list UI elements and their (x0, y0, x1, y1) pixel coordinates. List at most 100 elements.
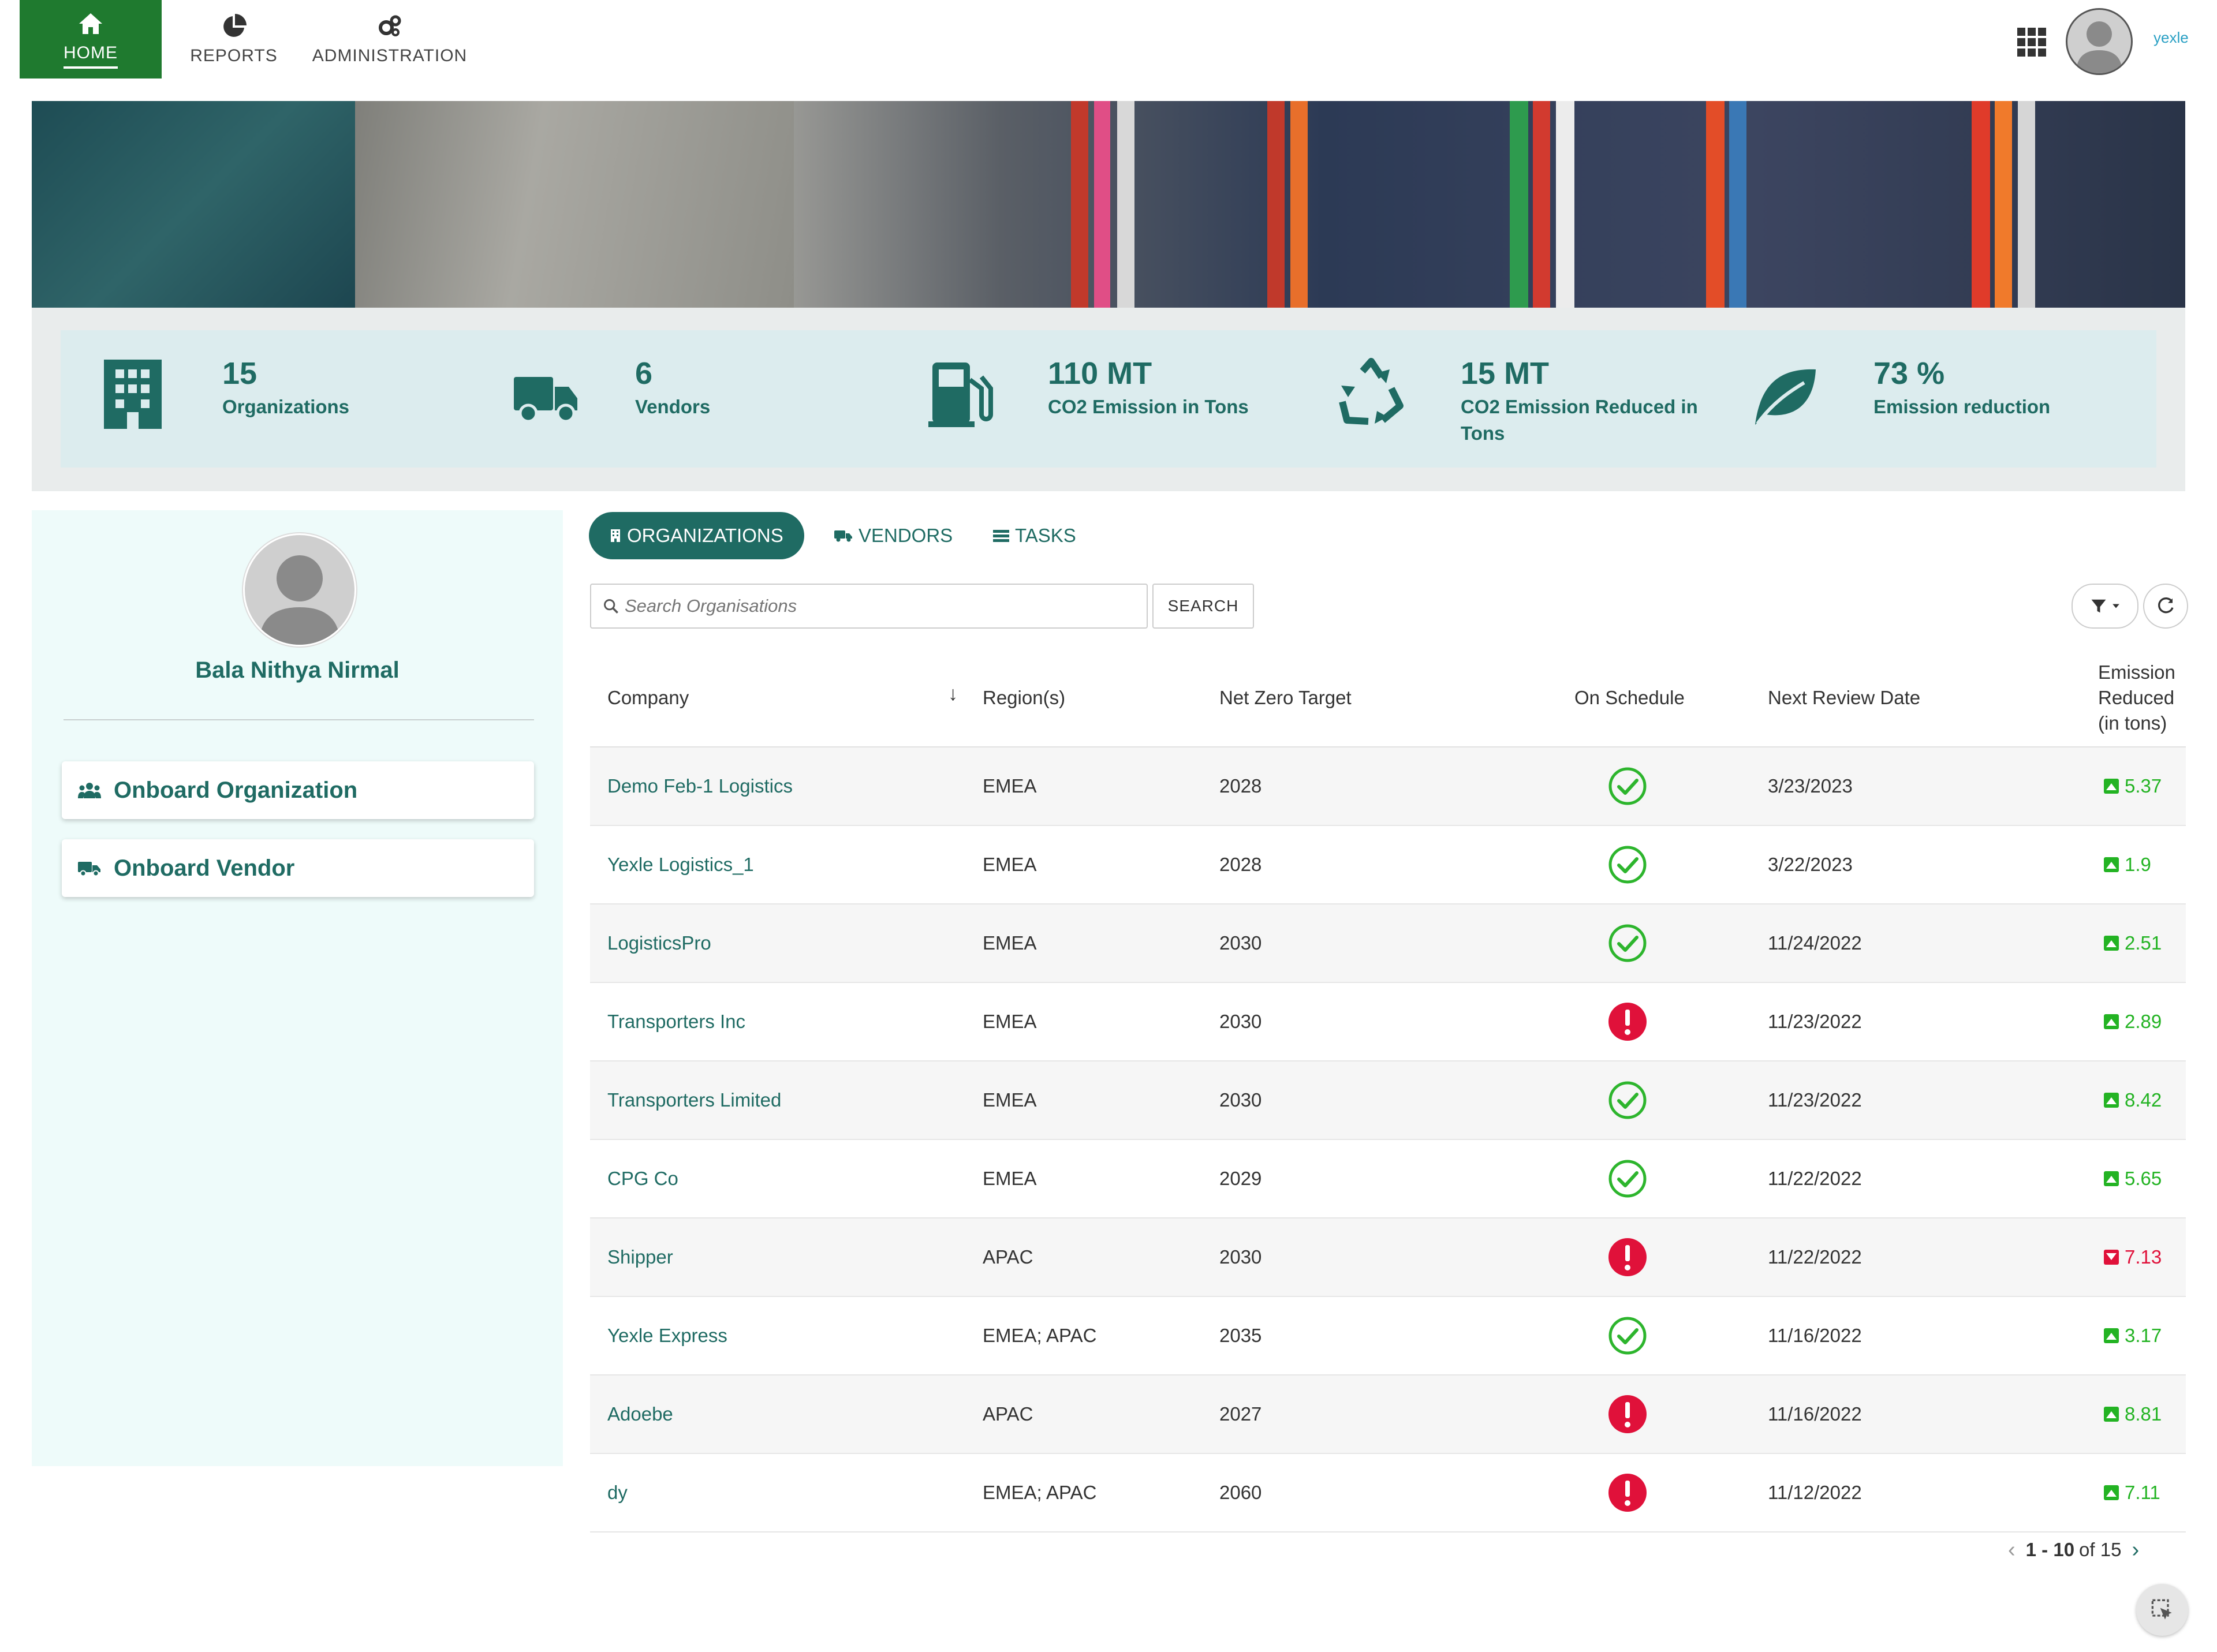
company-link[interactable]: CPG Co (607, 1140, 678, 1217)
sort-arrow-icon[interactable]: ↓ (948, 683, 958, 705)
alert-circle-icon (1608, 1395, 1647, 1433)
nav-administration[interactable]: ADMINISTRATION (312, 0, 468, 79)
region-cell: EMEA (983, 932, 1037, 954)
table-header: Company ↓ Region(s) Net Zero Target On S… (590, 649, 2186, 747)
user-avatar[interactable] (2066, 8, 2133, 75)
profile-avatar (243, 533, 356, 646)
company-link[interactable]: Yexle Express (607, 1297, 727, 1374)
tab-vendors[interactable]: VENDORS (834, 512, 953, 559)
emission-reduced-cell: 7.13 (2104, 1219, 2162, 1296)
company-link[interactable]: dy (607, 1454, 628, 1531)
stat-co2-reduced: 15 MT CO2 Emission Reduced in Tons (1337, 330, 1706, 468)
leaf-icon (1755, 369, 1816, 425)
company-link[interactable]: LogisticsPro (607, 905, 711, 982)
emission-reduced-cell: 5.65 (2104, 1140, 2162, 1217)
stat-co2-emission: 110 MT CO2 Emission in Tons (924, 330, 1293, 468)
next-page-icon[interactable]: › (2132, 1538, 2139, 1563)
net-zero-target-cell: 2035 (1219, 1325, 1262, 1346)
company-link[interactable]: Transporters Inc (607, 983, 745, 1060)
gears-icon (379, 15, 401, 36)
profile-name: Bala Nithya Nirmal (195, 657, 400, 683)
net-zero-target-cell: 2027 (1219, 1403, 1262, 1425)
net-zero-target-cell: 2030 (1219, 1089, 1262, 1111)
table-row[interactable]: Demo Feb-1 Logistics EMEA 2028 3/23/2023… (590, 747, 2186, 826)
stat-co2-reduced-label: CO2 Emission Reduced in Tons (1461, 396, 1698, 444)
region-cell: EMEA; APAC (983, 1482, 1097, 1503)
table-row[interactable]: dy EMEA; APAC 2060 11/12/2022 7.11 (590, 1454, 2186, 1533)
alert-circle-icon (1608, 1474, 1647, 1512)
stat-co2-reduced-value: 15 MT (1461, 356, 1550, 391)
filter-button[interactable] (2072, 584, 2138, 629)
header-emission-reduced[interactable]: Emission Reduced (in tons) (2098, 649, 2185, 746)
company-link[interactable]: Transporters Limited (607, 1062, 781, 1139)
prev-page-icon[interactable]: ‹ (2008, 1538, 2016, 1563)
table-row[interactable]: Adoebe APAC 2027 11/16/2022 8.81 (590, 1376, 2186, 1454)
on-schedule-cell (1607, 1140, 1648, 1217)
table-row[interactable]: Yexle Logistics_1 EMEA 2028 3/22/2023 1.… (590, 826, 2186, 905)
table-row[interactable]: Transporters Inc EMEA 2030 11/23/2022 2.… (590, 983, 2186, 1062)
on-schedule-cell (1607, 1376, 1648, 1453)
stat-emission-reduction-label: Emission reduction (1873, 396, 2051, 417)
refresh-button[interactable] (2143, 584, 2188, 629)
table-row[interactable]: Yexle Express EMEA; APAC 2035 11/16/2022… (590, 1297, 2186, 1376)
emission-value: 8.42 (2125, 1089, 2162, 1111)
onboard-vendor-button[interactable]: Onboard Vendor (62, 839, 534, 897)
net-zero-target-cell: 2030 (1219, 932, 1262, 954)
emission-reduced-cell: 7.11 (2104, 1454, 2160, 1531)
pager-range: 1 - 10 (2025, 1539, 2075, 1560)
nav-home[interactable]: HOME (20, 0, 162, 79)
onboard-organization-button[interactable]: Onboard Organization (62, 761, 534, 819)
hero-banner-image (32, 101, 2185, 308)
emission-value: 7.11 (2125, 1482, 2160, 1503)
feedback-float-button[interactable] (2136, 1584, 2188, 1636)
check-circle-icon (1608, 846, 1647, 884)
tab-tasks-label: TASKS (1015, 525, 1076, 546)
header-next-review-date[interactable]: Next Review Date (1768, 649, 1920, 746)
search-input[interactable] (624, 595, 1134, 617)
emission-reduced-cell: 3.17 (2104, 1297, 2162, 1374)
header-regions[interactable]: Region(s) (983, 649, 1065, 746)
stat-vendors-value: 6 (635, 356, 653, 391)
region-cell: EMEA; APAC (983, 1325, 1097, 1346)
next-review-date-cell: 3/23/2023 (1768, 775, 1853, 797)
region-cell: APAC (983, 1246, 1033, 1268)
users-icon (78, 783, 101, 798)
stat-organizations: 15 Organizations (98, 330, 468, 468)
net-zero-target-cell: 2029 (1219, 1168, 1262, 1189)
alert-circle-icon (1608, 1238, 1647, 1276)
net-zero-target-cell: 2028 (1219, 854, 1262, 875)
recycle-icon (1339, 358, 1404, 425)
search-button[interactable]: SEARCH (1152, 584, 1254, 629)
profile-panel: Bala Nithya Nirmal Onboard Organization … (32, 510, 563, 1466)
stat-emission-reduction: 73 % Emission reduction (1749, 330, 2119, 468)
nav-reports[interactable]: REPORTS (185, 0, 283, 79)
trend-up-icon (2104, 1485, 2119, 1500)
alert-circle-icon (1608, 1003, 1647, 1041)
trend-up-icon (2104, 1014, 2119, 1029)
trend-up-icon (2104, 1407, 2119, 1422)
tab-organizations[interactable]: ORGANIZATIONS (589, 512, 804, 559)
region-cell: EMEA (983, 1168, 1037, 1189)
tab-tasks[interactable]: TASKS (993, 512, 1076, 559)
company-link[interactable]: Yexle Logistics_1 (607, 826, 754, 903)
next-review-date-cell: 11/16/2022 (1768, 1403, 1862, 1425)
table-row[interactable]: Shipper APAC 2030 11/22/2022 7.13 (590, 1219, 2186, 1297)
company-link[interactable]: Adoebe (607, 1376, 673, 1453)
region-cell: EMEA (983, 1089, 1037, 1111)
emission-value: 7.13 (2125, 1246, 2162, 1268)
header-net-zero-target[interactable]: Net Zero Target (1219, 649, 1352, 746)
organizations-table: Company ↓ Region(s) Net Zero Target On S… (590, 649, 2186, 1533)
company-link[interactable]: Demo Feb-1 Logistics (607, 747, 793, 825)
header-on-schedule[interactable]: On Schedule (1574, 649, 1685, 746)
company-link[interactable]: Shipper (607, 1219, 673, 1296)
region-cell: EMEA (983, 775, 1037, 797)
trend-up-icon (2104, 857, 2119, 872)
stat-vendors-label: Vendors (635, 396, 711, 417)
table-row[interactable]: LogisticsPro EMEA 2030 11/24/2022 2.51 (590, 905, 2186, 983)
header-company[interactable]: Company (607, 649, 689, 746)
emission-value: 3.17 (2125, 1325, 2162, 1346)
apps-grid-icon[interactable] (2017, 28, 2046, 57)
table-row[interactable]: Transporters Limited EMEA 2030 11/23/202… (590, 1062, 2186, 1140)
onboard-organization-label: Onboard Organization (114, 777, 358, 803)
table-row[interactable]: CPG Co EMEA 2029 11/22/2022 5.65 (590, 1140, 2186, 1219)
